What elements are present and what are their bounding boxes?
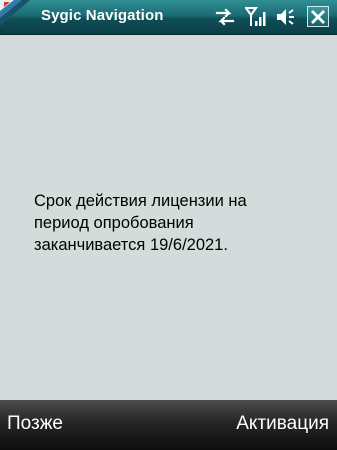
app-title: Sygic Navigation [41, 7, 164, 24]
activate-softkey[interactable]: Активация [236, 413, 329, 435]
later-softkey[interactable]: Позже [7, 413, 63, 435]
softkey-bar: Позже Активация [0, 400, 337, 450]
license-expiry-message: Срок действия лицензии на период опробов… [34, 192, 247, 254]
screen: Sygic Navigation Срок действия лицензии … [0, 0, 337, 450]
close-button[interactable] [307, 6, 329, 27]
close-icon [311, 10, 325, 24]
signal-strength-icon[interactable] [244, 6, 267, 28]
windows-start-icon[interactable] [0, 0, 30, 34]
network-sync-icon[interactable] [214, 6, 236, 28]
volume-icon[interactable] [274, 6, 296, 28]
title-bar: Sygic Navigation [0, 0, 337, 35]
